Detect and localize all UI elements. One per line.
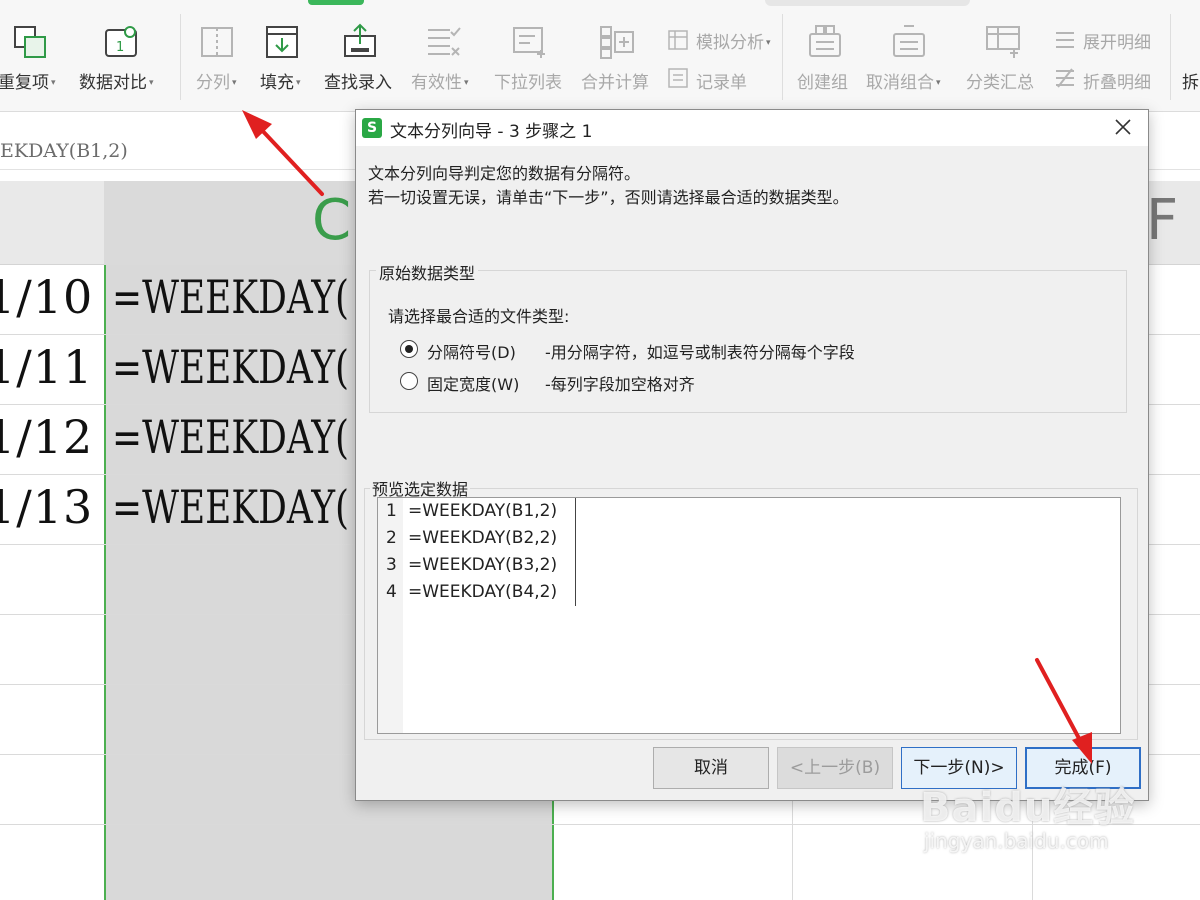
cell-date[interactable]: 1/10 xyxy=(0,270,93,324)
active-tab-indicator xyxy=(308,0,364,5)
screenshot-stage: 重复项 ▾ 1 数据对比 ▾ 分列 ▾ 填充 ▾ 查找录入 有效性 ▾ 下拉列表… xyxy=(0,0,1200,900)
toolbar-item-label: 下拉列表 xyxy=(494,73,562,93)
toolbar-item-expand-detail[interactable]: 展开明细 xyxy=(1083,28,1151,53)
toolbar-item-label: 合并计算 xyxy=(581,73,649,93)
toolbar-item-validity[interactable]: 有效性 ▾ xyxy=(411,68,469,93)
cell-formula[interactable]: =WEEKDAY( xyxy=(112,270,349,324)
toolbar-item-create-group[interactable]: 创建组 xyxy=(797,68,848,93)
data-compare-icon: 1 xyxy=(105,26,137,57)
toolbar-item-label: 有效性 xyxy=(411,73,462,93)
toolbar-item-duplicates[interactable]: 重复项 ▾ xyxy=(0,68,56,93)
baidu-jingyan-watermark: Baidu经验 jingyan.baidu.com xyxy=(920,775,1135,853)
cell-formula[interactable]: =WEEKDAY( xyxy=(112,340,349,394)
dialog-titlebar[interactable]: S 文本分列向导 - 3 步骤之 1 xyxy=(356,110,1148,146)
cancel-button[interactable]: 取消 xyxy=(653,747,769,789)
watermark-url: jingyan.baidu.com xyxy=(924,829,1109,853)
watermark-logo: Baidu经验 xyxy=(920,785,1136,831)
toolbar-item-label: 取消组合 xyxy=(866,73,934,93)
cell-date[interactable]: 1/12 xyxy=(0,410,93,464)
search-box-edge[interactable] xyxy=(765,0,970,6)
toolbar-item-dropdown-list[interactable]: 下拉列表 xyxy=(494,68,562,93)
data-type-prompt: 请选择最合适的文件类型: xyxy=(388,307,570,326)
fill-down-icon xyxy=(266,26,298,58)
text-to-columns-dialog: S 文本分列向导 - 3 步骤之 1 文本分列向导判定您的数据有分隔符。 若一切… xyxy=(355,109,1149,801)
create-group-icon xyxy=(809,25,841,57)
toolbar-item-label: 折叠明细 xyxy=(1083,73,1151,93)
fixed-width-description: -每列字段加空格对齐 xyxy=(545,375,695,394)
fixed-width-label[interactable]: 固定宽度(W) xyxy=(427,371,519,395)
column-letter-c: C xyxy=(312,188,352,253)
what-if-icon xyxy=(668,30,688,50)
toolbar-item-label: 展开明细 xyxy=(1083,33,1151,53)
delimited-label[interactable]: 分隔符号(D) xyxy=(427,339,516,363)
lookup-entry-icon xyxy=(344,23,376,57)
preview-line-text: =WEEKDAY(B3,2) xyxy=(408,555,558,575)
toolbar-item-lookup-entry[interactable]: 查找录入 xyxy=(324,68,392,93)
cell-date[interactable]: 1/11 xyxy=(0,340,93,394)
delimited-radio[interactable] xyxy=(400,340,418,358)
collapse-detail-icon xyxy=(1056,68,1074,88)
preview-line-number: 2 xyxy=(386,528,397,548)
fixed-width-radio[interactable] xyxy=(400,372,418,390)
column-letter-f: F xyxy=(1146,188,1179,253)
wps-app-icon: S xyxy=(362,118,382,138)
toolbar-item-label: 记录单 xyxy=(696,73,747,93)
toolbar-item-record-form[interactable]: 记录单 xyxy=(696,68,747,93)
toolbar-item-label: 填充 xyxy=(260,73,294,93)
dialog-intro-line1: 文本分列向导判定您的数据有分隔符。 xyxy=(368,164,641,183)
preview-line-text: =WEEKDAY(B1,2) xyxy=(408,501,558,521)
dialog-intro-line2: 若一切设置无误，请单击“下一步”，否则请选择最合适的数据类型。 xyxy=(368,188,849,207)
toolbar-item-ungroup[interactable]: 取消组合 ▾ xyxy=(866,68,941,93)
toolbar-item-label: 模拟分析 xyxy=(696,33,764,53)
ungroup-icon xyxy=(893,25,925,57)
close-icon[interactable] xyxy=(1108,116,1138,140)
toolbar-item-truncated[interactable]: 拆 xyxy=(1182,68,1199,93)
validity-icon xyxy=(428,27,461,56)
dropdown-list-icon xyxy=(513,27,545,58)
toolbar-separator xyxy=(782,14,783,100)
formula-bar-text: EKDAY(B1,2) xyxy=(0,140,128,162)
preview-line-number: 3 xyxy=(386,555,397,575)
preview-data-area[interactable]: 1 =WEEKDAY(B1,2) 2 =WEEKDAY(B2,2) 3 =WEE… xyxy=(377,497,1121,734)
svg-text:1: 1 xyxy=(116,40,124,55)
toolbar-item-label: 分类汇总 xyxy=(966,73,1034,93)
toolbar-item-label: 拆 xyxy=(1182,73,1199,93)
duplicate-icon xyxy=(14,26,46,58)
toolbar-item-subtotal[interactable]: 分类汇总 xyxy=(966,68,1034,93)
back-button[interactable]: <上一步(B) xyxy=(777,747,893,789)
cell-formula[interactable]: =WEEKDAY( xyxy=(112,480,349,534)
preview-line-number: 1 xyxy=(386,501,397,521)
toolbar-item-label: 数据对比 xyxy=(79,73,147,93)
toolbar-item-consolidate[interactable]: 合并计算 xyxy=(581,68,649,93)
toolbar-item-label: 分列 xyxy=(196,73,230,93)
delimited-description: -用分隔字符，如逗号或制表符分隔每个字段 xyxy=(545,343,855,362)
toolbar-item-collapse-detail[interactable]: 折叠明细 xyxy=(1083,68,1151,93)
expand-detail-icon xyxy=(1056,32,1074,48)
toolbar-item-label: 重复项 xyxy=(0,73,49,93)
ribbon-toolbar: 重复项 ▾ 1 数据对比 ▾ 分列 ▾ 填充 ▾ 查找录入 有效性 ▾ 下拉列表… xyxy=(0,0,1200,112)
data-type-group-title: 原始数据类型 xyxy=(376,260,479,284)
preview-line-number: 4 xyxy=(386,582,397,602)
toolbar-item-label: 查找录入 xyxy=(324,73,392,93)
toolbar-item-fill[interactable]: 填充 ▾ xyxy=(260,68,301,93)
preview-column-divider xyxy=(575,498,576,606)
toolbar-item-label: 创建组 xyxy=(797,73,848,93)
record-form-icon xyxy=(668,68,688,88)
subtotal-icon xyxy=(986,26,1020,58)
consolidate-icon xyxy=(600,26,634,59)
preview-line-text: =WEEKDAY(B2,2) xyxy=(408,528,558,548)
toolbar-item-data-compare[interactable]: 数据对比 ▾ xyxy=(79,68,154,93)
cell-date[interactable]: 1/13 xyxy=(0,480,93,534)
toolbar-item-what-if[interactable]: 模拟分析 ▾ xyxy=(696,28,771,53)
toolbar-item-split-columns[interactable]: 分列 ▾ xyxy=(196,68,237,93)
preview-line-text: =WEEKDAY(B4,2) xyxy=(408,582,558,602)
toolbar-separator xyxy=(180,14,181,100)
split-columns-icon xyxy=(201,27,233,57)
toolbar-separator xyxy=(1170,14,1171,100)
cell-formula[interactable]: =WEEKDAY( xyxy=(112,410,349,464)
dialog-title: 文本分列向导 - 3 步骤之 1 xyxy=(390,122,593,142)
